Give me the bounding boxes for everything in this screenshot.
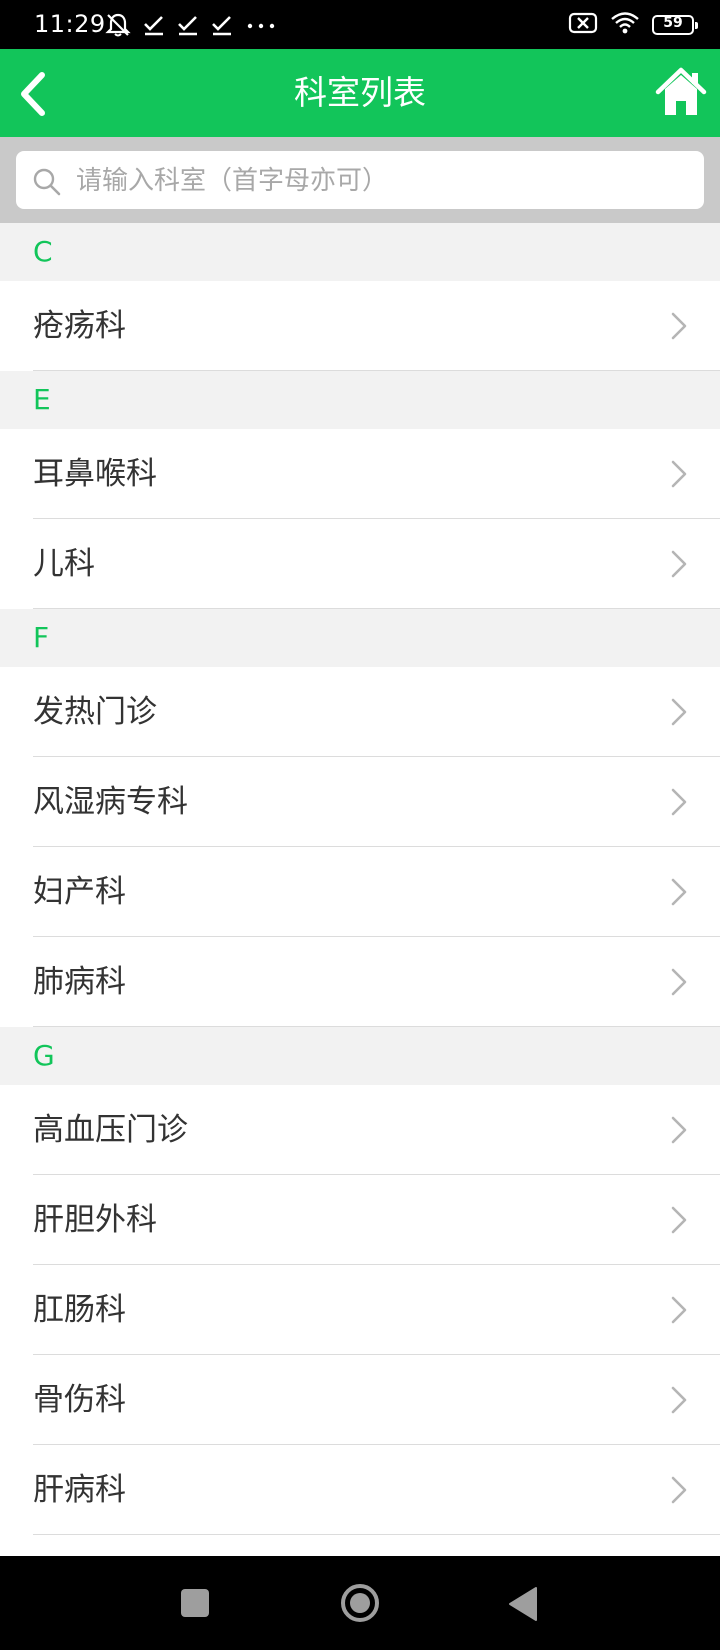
department-label: 肛肠科 xyxy=(33,1292,126,1328)
department-item[interactable]: 肺病科 xyxy=(0,937,720,1027)
department-label: 肝病科 xyxy=(33,1472,126,1508)
wifi-icon xyxy=(610,11,640,39)
department-item[interactable]: 肛肠科 xyxy=(0,1265,720,1355)
divider xyxy=(33,608,720,609)
battery-icon: 59 xyxy=(652,15,698,35)
department-label: 儿科 xyxy=(33,546,95,582)
department-item[interactable]: 肝胆外科 xyxy=(0,1175,720,1265)
department-label: 骨伤科 xyxy=(33,1382,126,1418)
more-icon xyxy=(244,13,278,37)
chevron-right-icon xyxy=(671,788,687,816)
back-nav-button[interactable] xyxy=(508,1586,538,1622)
department-label: 高血压门诊 xyxy=(33,1112,188,1148)
department-item[interactable]: 疮疡科 xyxy=(0,281,720,371)
sim-off-icon xyxy=(568,11,598,39)
department-label: 耳鼻喉科 xyxy=(33,456,157,492)
chevron-right-icon xyxy=(671,550,687,578)
chevron-right-icon xyxy=(671,1116,687,1144)
battery-level: 59 xyxy=(663,15,683,31)
chevron-right-icon xyxy=(671,1386,687,1414)
app-header: 科室列表 xyxy=(0,49,720,137)
section-header: C xyxy=(0,223,720,281)
check-icon xyxy=(176,13,200,37)
square-icon xyxy=(181,1589,209,1617)
chevron-right-icon xyxy=(671,968,687,996)
section-header: G xyxy=(0,1027,720,1085)
department-label: 肺病科 xyxy=(33,964,126,1000)
mute-icon xyxy=(104,11,132,39)
department-label: 风湿病专科 xyxy=(33,784,188,820)
navigation-bar xyxy=(0,1556,720,1650)
search-input[interactable] xyxy=(74,151,688,211)
department-item[interactable]: 骨伤科 xyxy=(0,1355,720,1445)
department-label: 妇产科 xyxy=(33,874,126,910)
chevron-right-icon xyxy=(671,1296,687,1324)
circle-icon xyxy=(341,1584,379,1622)
page-title: 科室列表 xyxy=(294,73,426,112)
chevron-right-icon xyxy=(671,460,687,488)
check-icon xyxy=(210,13,234,37)
department-list: C 疮疡科 E 耳鼻喉科儿科 F 发热门诊风湿病专科妇产科肺病科 G 高血压门诊肝胆外科肛肠科… xyxy=(0,223,720,1535)
divider xyxy=(33,370,720,371)
home-nav-button[interactable] xyxy=(340,1583,380,1623)
department-item[interactable]: 耳鼻喉科 xyxy=(0,429,720,519)
chevron-right-icon xyxy=(671,1206,687,1234)
department-label: 发热门诊 xyxy=(33,694,157,730)
home-button[interactable] xyxy=(654,65,708,119)
status-system-icons: 59 xyxy=(568,11,698,39)
department-item[interactable]: 儿科 xyxy=(0,519,720,609)
check-icon xyxy=(142,13,166,37)
section-header: F xyxy=(0,609,720,667)
search-icon xyxy=(33,168,61,196)
department-label: 肝胆外科 xyxy=(33,1202,157,1238)
department-item[interactable]: 风湿病专科 xyxy=(0,757,720,847)
status-bar: 11:29 59 xyxy=(0,0,720,49)
department-item[interactable]: 妇产科 xyxy=(0,847,720,937)
department-item[interactable]: 发热门诊 xyxy=(0,667,720,757)
chevron-right-icon xyxy=(671,698,687,726)
chevron-right-icon xyxy=(671,1476,687,1504)
search-bar xyxy=(0,137,720,223)
status-time: 11:29 xyxy=(34,10,106,38)
department-item[interactable]: 高血压门诊 xyxy=(0,1085,720,1175)
recents-button[interactable] xyxy=(180,1588,210,1618)
department-label: 疮疡科 xyxy=(33,308,126,344)
home-icon xyxy=(655,67,707,115)
status-notification-icons xyxy=(104,10,278,40)
triangle-back-icon xyxy=(509,1587,537,1621)
department-item[interactable]: 肝病科 xyxy=(0,1445,720,1535)
search-box[interactable] xyxy=(16,151,704,211)
chevron-right-icon xyxy=(671,312,687,340)
divider xyxy=(33,1026,720,1027)
chevron-right-icon xyxy=(671,878,687,906)
section-header: E xyxy=(0,371,720,429)
divider xyxy=(33,1534,720,1535)
